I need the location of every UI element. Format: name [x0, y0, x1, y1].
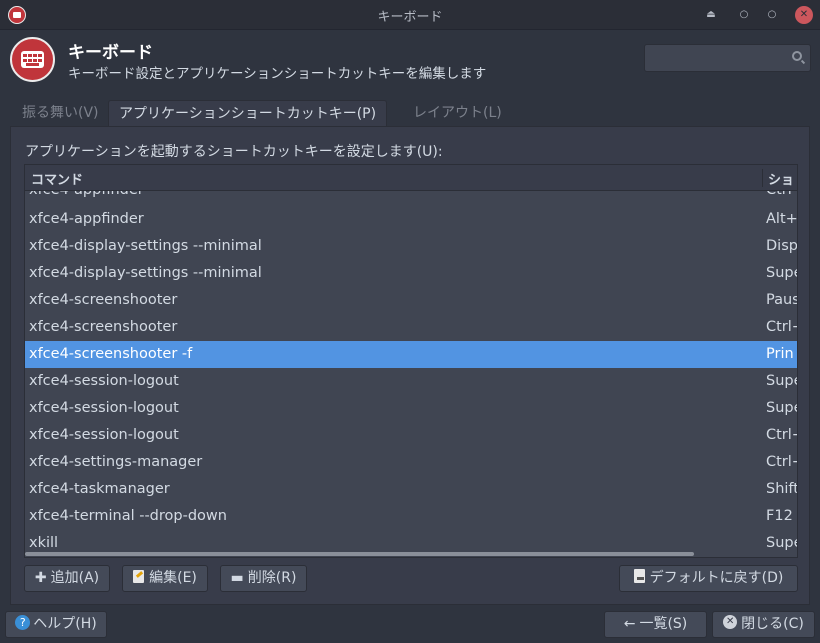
column-header: コマンド ショ: [25, 165, 797, 191]
minimize-button[interactable]: ○: [735, 6, 753, 24]
table-row[interactable]: xfce4-taskmanager Shift: [25, 476, 797, 503]
window-title: キーボード: [377, 10, 443, 25]
search-icon: [792, 51, 802, 61]
add-button[interactable]: ✚ 追加(A): [24, 565, 110, 592]
table-row[interactable]: xfce4-screenshooter Ctrl+: [25, 314, 797, 341]
edit-icon: [133, 569, 145, 583]
help-button[interactable]: ? ヘルプ(H): [5, 611, 107, 638]
close-icon: ✕: [723, 615, 738, 629]
table-row[interactable]: xfce4-terminal --drop-down F12: [25, 503, 797, 530]
close-window-button[interactable]: ✕: [795, 6, 813, 24]
table-row[interactable]: xfce4-display-settings --minimal Disp: [25, 233, 797, 260]
close-button[interactable]: ✕ 閉じる(C): [712, 611, 815, 638]
overview-button[interactable]: ← 一覧(S): [604, 611, 707, 638]
header-title: キーボード: [68, 43, 153, 63]
header-subtitle: キーボード設定とアプリケーションショートカットキーを編集します: [68, 66, 487, 82]
reset-defaults-button[interactable]: デフォルトに戻す(D): [619, 565, 798, 592]
tab-behavior[interactable]: 振る舞い(V): [12, 100, 109, 126]
table-row[interactable]: xfce4-display-settings --minimal Supe: [25, 260, 797, 287]
table-row[interactable]: xfce4-screenshooter Paus: [25, 287, 797, 314]
help-icon: ?: [15, 614, 31, 630]
search-input[interactable]: [644, 44, 811, 72]
shortcut-list[interactable]: xfce4-appfinder Ctrl+ コマンド ショ xfce4-appf…: [24, 164, 798, 558]
table-row[interactable]: xfce4-settings-manager Ctrl+: [25, 449, 797, 476]
back-arrow-icon: ←: [623, 616, 636, 632]
shortcuts-panel: アプリケーションを起動するショートカットキーを設定します(U): xfce4-a…: [10, 126, 810, 605]
panel-label: アプリケーションを起動するショートカットキーを設定します(U):: [25, 144, 443, 160]
delete-button[interactable]: ▬ 削除(R): [220, 565, 307, 592]
maximize-button[interactable]: ○: [763, 6, 781, 24]
table-row[interactable]: xfce4-session-logout Supe: [25, 368, 797, 395]
title-bar: キーボード ⏏ ○ ○ ✕: [0, 0, 820, 30]
table-row[interactable]: xfce4-session-logout Supe: [25, 395, 797, 422]
shade-button[interactable]: ⏏: [702, 6, 720, 24]
edit-button[interactable]: 編集(E): [122, 565, 208, 592]
document-revert-icon: [633, 569, 645, 583]
table-row[interactable]: xfce4-session-logout Ctrl+: [25, 422, 797, 449]
table-row[interactable]: xfce4-appfinder Alt+F: [25, 206, 797, 233]
column-command[interactable]: コマンド: [31, 169, 83, 188]
horizontal-scrollbar[interactable]: [25, 552, 694, 556]
minus-icon: ▬: [230, 570, 244, 586]
tab-layout[interactable]: レイアウト(L): [403, 100, 512, 126]
keyboard-icon: [10, 37, 55, 82]
column-shortcut[interactable]: ショ: [768, 169, 794, 188]
tab-application-shortcuts[interactable]: アプリケーションショートカットキー(P): [108, 100, 388, 127]
table-row-selected[interactable]: xfce4-screenshooter -f Prin: [25, 341, 797, 368]
plus-icon: ✚: [34, 570, 47, 586]
